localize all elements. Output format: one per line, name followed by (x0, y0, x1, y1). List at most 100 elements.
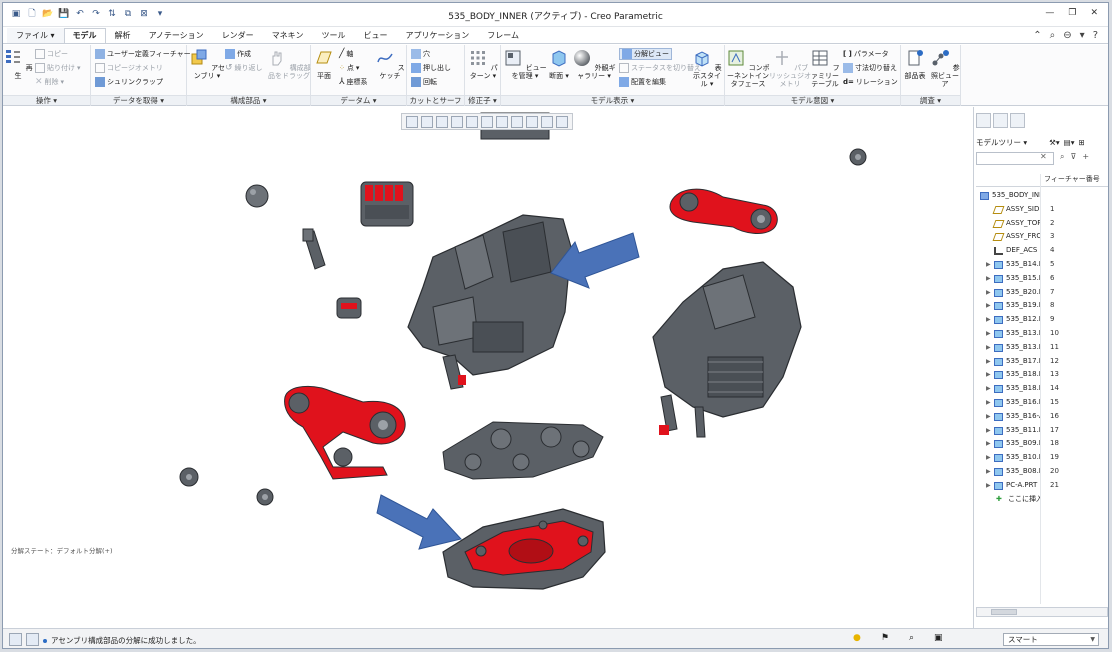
appearance-gallery-button[interactable]: 外観ギャラリー ▾ (571, 48, 617, 80)
assemble-button[interactable]: アセンブリ ▾ (187, 48, 227, 80)
filter-icon[interactable]: ⊽ (1070, 152, 1076, 162)
tree-row[interactable]: ▶ 535_B11.PRT 17 (976, 424, 1108, 438)
model-tree-title[interactable]: モデルツリー ▾ (976, 137, 1027, 148)
group-component-label[interactable]: 構成部品 ▾ (187, 95, 310, 105)
part-gear-cluster[interactable] (360, 181, 414, 227)
graphics-area[interactable]: 分解ステート：デフォルト分解(+) (3, 107, 972, 628)
tree-row[interactable]: ▶ 535_B13.PRT 10 (976, 327, 1108, 341)
edit-position-button[interactable]: 配置を編集 (619, 77, 666, 87)
tree-row[interactable]: ▶ 535_B14.PRT 5 (976, 258, 1108, 272)
expand-arrow-icon[interactable]: ▶ (986, 327, 992, 341)
part-nut-1[interactable] (179, 467, 199, 487)
regen-status-icon[interactable]: ● (853, 633, 861, 643)
part-nut-3[interactable] (849, 148, 867, 166)
collapse-ribbon-icon[interactable]: ⌃ (1033, 30, 1041, 41)
section-button[interactable]: 断面 ▾ (545, 48, 573, 80)
tree-horizontal-scrollbar[interactable] (976, 607, 1108, 617)
csys-button[interactable]: ⅄ 座標系 (339, 77, 368, 87)
tab-applications[interactable]: アプリケーション (396, 28, 478, 43)
tab-frame[interactable]: フレーム (478, 28, 528, 43)
tab-view[interactable]: ビュー (354, 28, 396, 43)
part-gear-plate[interactable] (442, 421, 604, 480)
model-tree-tab-icon[interactable] (976, 113, 991, 128)
group-investigate-label[interactable]: 調査 ▾ (901, 95, 960, 105)
display-style-view-icon[interactable] (466, 115, 478, 128)
expand-arrow-icon[interactable]: ▶ (986, 272, 992, 286)
expand-arrow-icon[interactable]: ▶ (986, 313, 992, 327)
expand-arrow-icon[interactable]: ▶ (986, 382, 992, 396)
tree-row[interactable]: ▶ PC-A.PRT 21 (976, 479, 1108, 493)
expand-arrow-icon[interactable]: ▶ (986, 286, 992, 300)
toggle-status-button[interactable]: ステータスを切り替え (619, 63, 701, 73)
zoom-in-icon[interactable] (421, 115, 433, 128)
extrude-button[interactable]: 押し出し (411, 63, 451, 73)
regenerate-button[interactable]: 再生 (3, 48, 33, 80)
tab-annotation[interactable]: アノテーション (140, 28, 213, 43)
paste-button[interactable]: 貼り付け ▾ (35, 63, 81, 73)
perspective-icon[interactable] (511, 115, 523, 128)
tree-row[interactable]: 535_BODY_INNER.ASM (976, 189, 1108, 203)
group-datum-label[interactable]: データム ▾ (311, 95, 406, 105)
selected-items-icon[interactable]: ▣ (934, 633, 943, 643)
delete-button[interactable]: ✕ 削除 ▾ (35, 77, 64, 87)
tree-row[interactable]: ▶ 535_B12.PRT 9 (976, 313, 1108, 327)
model-viewport[interactable] (3, 107, 972, 628)
manage-views-button[interactable]: ビューを管理 ▾ (503, 48, 547, 80)
tab-model[interactable]: モデル (63, 28, 106, 43)
component-interface-button[interactable]: コンポーネントインタフェース (725, 48, 771, 88)
tree-row[interactable]: ▶ 535_B08.PRT 20 (976, 465, 1108, 479)
plane-button[interactable]: 平面 (311, 48, 337, 80)
tree-row[interactable]: DEF_ACS 4 (976, 244, 1108, 258)
sketch-button[interactable]: スケッチ (375, 48, 405, 80)
zoom-out-icon[interactable] (436, 115, 448, 128)
group-cut-surface-label[interactable]: カットとサーフェス ▾ (407, 95, 464, 115)
display-style-button[interactable]: 表示スタイル ▾ (691, 48, 723, 88)
tree-row[interactable]: ▶ 535_B19.PRT 8 (976, 299, 1108, 313)
spin-center-icon[interactable] (556, 115, 568, 128)
part-ball[interactable] (245, 184, 269, 208)
expand-arrow-icon[interactable]: ▶ (986, 479, 992, 493)
expand-arrow-icon[interactable]: ▶ (986, 299, 992, 313)
group-modifiers-label[interactable]: 修正子 ▾ (465, 95, 500, 105)
tree-row[interactable]: ▶ 535_B16-A.PRT 16 (976, 410, 1108, 424)
add-column-icon[interactable]: + (1082, 152, 1089, 162)
tree-row[interactable]: ✚ ここに挿入 (976, 493, 1108, 507)
expand-arrow-icon[interactable]: ▶ (986, 451, 992, 465)
tree-row[interactable]: ASSY_TOP 2 (976, 217, 1108, 231)
hole-button[interactable]: 穴 (411, 49, 430, 59)
udf-button[interactable]: ユーザー定義フィーチャー (95, 49, 191, 59)
expand-arrow-icon[interactable]: ▶ (986, 410, 992, 424)
minimize-icon[interactable]: — (1045, 8, 1054, 18)
expand-arrow-icon[interactable]: ▶ (986, 396, 992, 410)
tree-col-name[interactable] (976, 174, 1040, 186)
find-icon[interactable]: ⌕ (1060, 152, 1064, 162)
expand-arrow-icon[interactable]: ▶ (986, 355, 992, 369)
tab-analysis[interactable]: 解析 (106, 28, 140, 43)
tree-row[interactable]: ▶ 535_B13.PRT 11 (976, 341, 1108, 355)
help-menu-icon[interactable]: ▾ (1080, 30, 1085, 41)
tab-tools[interactable]: ツール (312, 28, 354, 43)
part-body-right[interactable] (652, 261, 802, 438)
part-shaft[interactable] (302, 228, 326, 270)
datum-display-icon[interactable] (526, 115, 538, 128)
expand-arrow-icon[interactable]: ▶ (986, 437, 992, 451)
tree-scroll-thumb[interactable] (991, 609, 1017, 615)
tree-row[interactable]: ▶ 535_B10.PRT 19 (976, 451, 1108, 465)
group-model-intent-label[interactable]: モデル意図 ▾ (725, 95, 900, 105)
expand-arrow-icon[interactable]: ▶ (986, 424, 992, 438)
tab-render[interactable]: レンダー (213, 28, 263, 43)
part-nut-2[interactable] (256, 488, 274, 506)
create-button[interactable]: 作成 (225, 49, 251, 59)
tree-row[interactable]: ▶ 535_B15.PRT 6 (976, 272, 1108, 286)
axis-button[interactable]: ╱ 軸 (339, 49, 353, 59)
bom-button[interactable]: 部品表 (901, 48, 929, 80)
view-manager-icon[interactable] (496, 115, 508, 128)
repeat-button[interactable]: ↺ 繰り返し (225, 63, 263, 73)
flag-icon[interactable]: ⚑ (881, 633, 889, 643)
publish-geometry-button[interactable]: パブリッシュジオメトリ (769, 48, 811, 88)
expand-arrow-icon[interactable]: ▶ (986, 465, 992, 479)
copy-button[interactable]: コピー (35, 49, 68, 59)
tree-filters-icon[interactable]: ⊞ (1079, 138, 1085, 147)
repaint-icon[interactable] (451, 115, 463, 128)
shrinkwrap-button[interactable]: シュリンクラップ (95, 77, 163, 87)
